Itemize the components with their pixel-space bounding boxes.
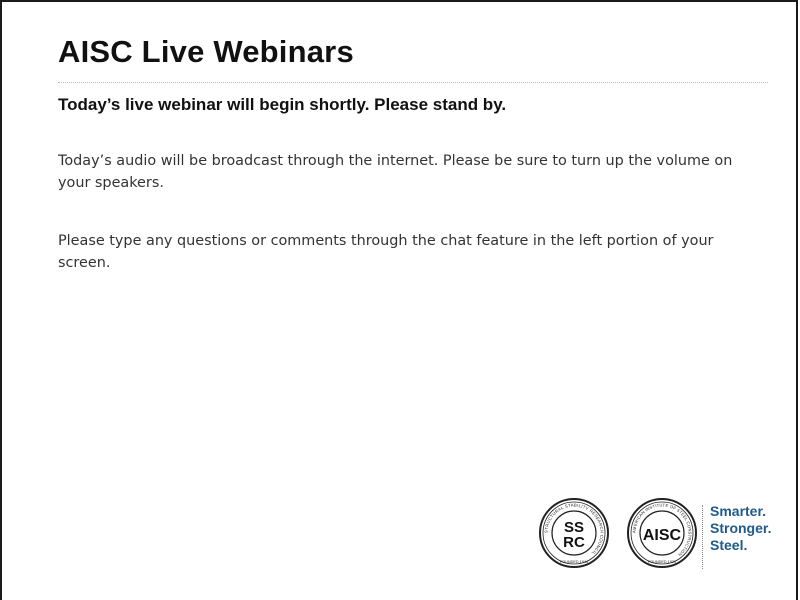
audio-instructions: Today’s audio will be broadcast through …: [58, 153, 733, 191]
tagline-line-3: Steel.: [710, 537, 748, 553]
slide-title: AISC Live Webinars: [58, 34, 354, 69]
aisc-tagline: Smarter. Stronger. Steel.: [710, 503, 771, 554]
footer-logos: STRUCTURAL STABILITY RESEARCH COUNCIL SS…: [538, 497, 788, 577]
chat-instructions: Please type any questions or comments th…: [58, 233, 714, 271]
ssrc-founded: FOUNDED 1944: [560, 560, 588, 564]
aisc-seal-logo: AMERICAN INSTITUTE OF STEEL CONSTRUCTION…: [627, 498, 697, 568]
tagline-divider: [702, 505, 703, 569]
aisc-letters: AISC: [643, 527, 682, 544]
tagline-line-2: Stronger.: [710, 520, 772, 536]
slide-subtitle: Today’s live webinar will begin shortly.…: [58, 95, 507, 114]
title-divider: [58, 82, 768, 83]
tagline-line-1: Smarter.: [710, 503, 767, 519]
aisc-founded: FOUNDED 1921: [648, 560, 676, 564]
ssrc-letters-bottom: RC: [563, 534, 585, 551]
ssrc-seal-logo: STRUCTURAL STABILITY RESEARCH COUNCIL SS…: [539, 498, 609, 568]
